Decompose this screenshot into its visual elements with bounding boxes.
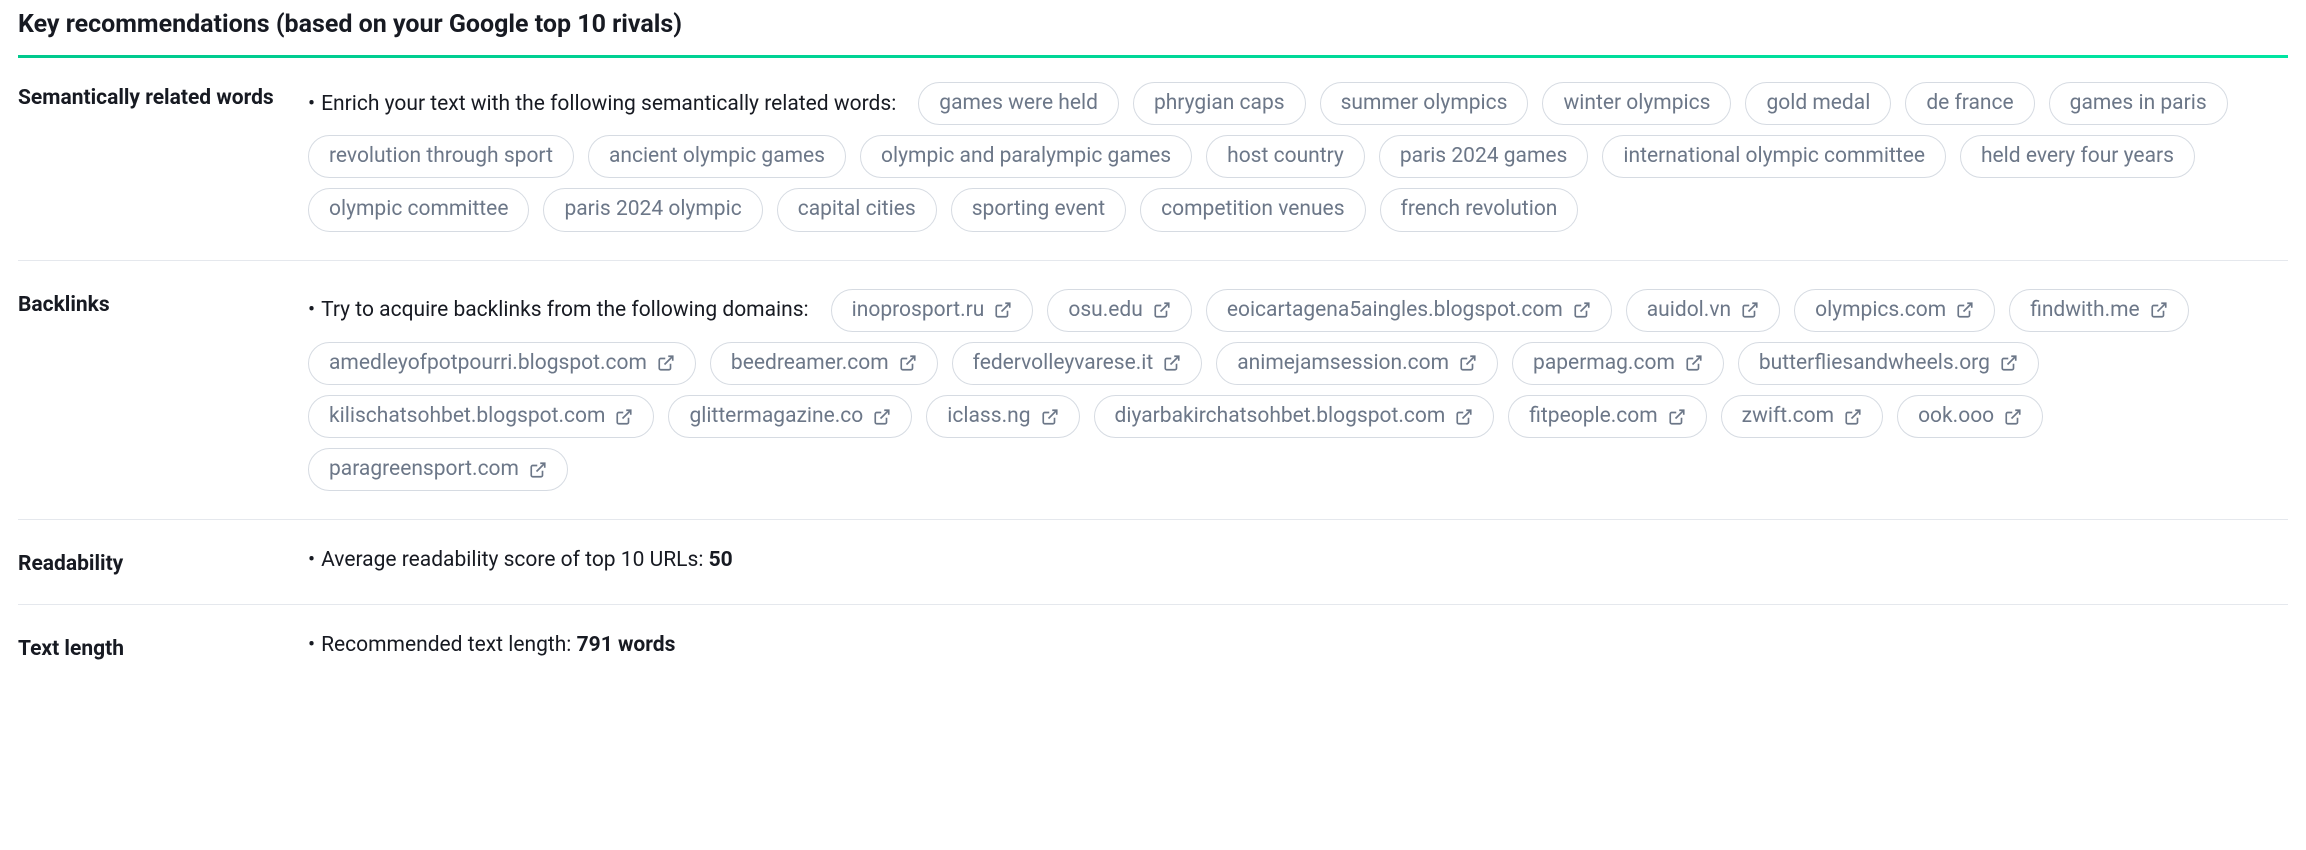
semantic-word-pill[interactable]: paris 2024 olympic (543, 188, 762, 231)
backlink-domain-pill[interactable]: olympics.com (1794, 289, 1995, 332)
external-link-icon (1455, 408, 1473, 426)
backlink-domain-pill[interactable]: kilischatsohbet.blogspot.com (308, 395, 654, 438)
section-backlinks: Backlinks •Try to acquire backlinks from… (18, 261, 2288, 521)
external-link-icon (1956, 301, 1974, 319)
backlink-domain-pill[interactable]: findwith.me (2009, 289, 2189, 332)
backlink-domain-pill[interactable]: diyarbakirchatsohbet.blogspot.com (1094, 395, 1495, 438)
backlink-domain-text: paragreensport.com (329, 457, 519, 482)
semantic-word-pill[interactable]: held every four years (1960, 135, 2195, 178)
semantic-word-pill[interactable]: ancient olympic games (588, 135, 846, 178)
backlink-domain-text: papermag.com (1533, 351, 1675, 376)
backlink-domain-pill[interactable]: inoprosport.ru (831, 289, 1034, 332)
backlink-domain-pill[interactable]: auidol.vn (1626, 289, 1780, 332)
external-link-icon (529, 461, 547, 479)
section-semantic: Semantically related words •Enrich your … (18, 58, 2288, 261)
backlink-domain-pill[interactable]: fitpeople.com (1508, 395, 1706, 438)
backlink-domain-text: kilischatsohbet.blogspot.com (329, 404, 605, 429)
semantic-intro: •Enrich your text with the following sem… (308, 92, 896, 116)
external-link-icon (615, 408, 633, 426)
backlink-domain-text: findwith.me (2030, 298, 2140, 323)
section-readability: Readability •Average readability score o… (18, 520, 2288, 605)
backlink-domain-text: olympics.com (1815, 298, 1946, 323)
backlink-domain-pill[interactable]: iclass.ng (926, 395, 1079, 438)
backlink-domain-pill[interactable]: zwift.com (1721, 395, 1883, 438)
backlinks-intro: •Try to acquire backlinks from the follo… (308, 298, 809, 322)
textlength-stat: •Recommended text length: 791 words (308, 633, 2288, 657)
external-link-icon (1041, 408, 1059, 426)
semantic-word-pill[interactable]: revolution through sport (308, 135, 574, 178)
page-title: Key recommendations (based on your Googl… (18, 10, 2288, 39)
backlink-domain-text: iclass.ng (947, 404, 1030, 429)
semantic-word-pill[interactable]: sporting event (951, 188, 1126, 231)
backlink-domain-text: federvolleyvarese.it (973, 351, 1154, 376)
semantic-word-pill[interactable]: winter olympics (1542, 82, 1731, 125)
backlink-domain-pill[interactable]: amedleyofpotpourri.blogspot.com (308, 342, 696, 385)
semantic-word-pill[interactable]: olympic and paralympic games (860, 135, 1192, 178)
semantic-word-pill[interactable]: games in paris (2049, 82, 2228, 125)
external-link-icon (994, 301, 1012, 319)
readability-stat: •Average readability score of top 10 URL… (308, 548, 2288, 572)
semantic-word-pill[interactable]: de france (1905, 82, 2034, 125)
external-link-icon (1153, 301, 1171, 319)
backlink-domain-pill[interactable]: glittermagazine.co (668, 395, 912, 438)
external-link-icon (873, 408, 891, 426)
backlink-domain-text: amedleyofpotpourri.blogspot.com (329, 351, 647, 376)
section-label-backlinks: Backlinks (18, 289, 308, 492)
external-link-icon (657, 354, 675, 372)
backlink-domain-text: inoprosport.ru (852, 298, 985, 323)
backlink-domain-text: animejamsession.com (1237, 351, 1449, 376)
backlink-domain-text: auidol.vn (1647, 298, 1731, 323)
backlink-domain-pill[interactable]: animejamsession.com (1216, 342, 1498, 385)
semantic-word-pill[interactable]: olympic committee (308, 188, 529, 231)
backlink-domain-text: fitpeople.com (1529, 404, 1657, 429)
semantic-word-pill[interactable]: summer olympics (1320, 82, 1529, 125)
semantic-word-pill[interactable]: gold medal (1745, 82, 1891, 125)
backlink-domain-text: glittermagazine.co (689, 404, 863, 429)
semantic-word-pill[interactable]: competition venues (1140, 188, 1365, 231)
backlink-domain-pill[interactable]: beedreamer.com (710, 342, 938, 385)
external-link-icon (2150, 301, 2168, 319)
backlink-domain-text: butterfliesandwheels.org (1759, 351, 1990, 376)
external-link-icon (2000, 354, 2018, 372)
external-link-icon (1163, 354, 1181, 372)
external-link-icon (1844, 408, 1862, 426)
external-link-icon (899, 354, 917, 372)
semantic-word-pill[interactable]: games were held (918, 82, 1119, 125)
external-link-icon (2004, 408, 2022, 426)
backlink-domain-pill[interactable]: paragreensport.com (308, 448, 568, 491)
external-link-icon (1459, 354, 1477, 372)
semantic-word-pill[interactable]: french revolution (1380, 188, 1579, 231)
section-label-semantic: Semantically related words (18, 82, 308, 232)
backlink-domain-text: zwift.com (1742, 404, 1834, 429)
section-label-readability: Readability (18, 548, 308, 576)
section-textlength: Text length •Recommended text length: 79… (18, 605, 2288, 665)
external-link-icon (1668, 408, 1686, 426)
semantic-word-pill[interactable]: capital cities (777, 188, 937, 231)
semantic-word-pill[interactable]: international olympic committee (1602, 135, 1946, 178)
backlink-domain-pill[interactable]: papermag.com (1512, 342, 1724, 385)
backlink-domain-pill[interactable]: eoicartagena5aingles.blogspot.com (1206, 289, 1612, 332)
external-link-icon (1741, 301, 1759, 319)
backlink-domain-text: beedreamer.com (731, 351, 889, 376)
backlink-domain-text: diyarbakirchatsohbet.blogspot.com (1115, 404, 1446, 429)
external-link-icon (1685, 354, 1703, 372)
backlink-domain-text: ook.ooo (1918, 404, 1994, 429)
backlink-domain-pill[interactable]: butterfliesandwheels.org (1738, 342, 2039, 385)
semantic-word-pill[interactable]: host country (1206, 135, 1365, 178)
section-label-textlength: Text length (18, 633, 308, 661)
backlink-domain-pill[interactable]: osu.edu (1047, 289, 1191, 332)
backlink-domain-pill[interactable]: ook.ooo (1897, 395, 2043, 438)
backlink-domain-text: eoicartagena5aingles.blogspot.com (1227, 298, 1563, 323)
external-link-icon (1573, 301, 1591, 319)
backlink-domain-text: osu.edu (1068, 298, 1142, 323)
semantic-word-pill[interactable]: phrygian caps (1133, 82, 1306, 125)
backlink-domain-pill[interactable]: federvolleyvarese.it (952, 342, 1203, 385)
semantic-word-pill[interactable]: paris 2024 games (1379, 135, 1589, 178)
